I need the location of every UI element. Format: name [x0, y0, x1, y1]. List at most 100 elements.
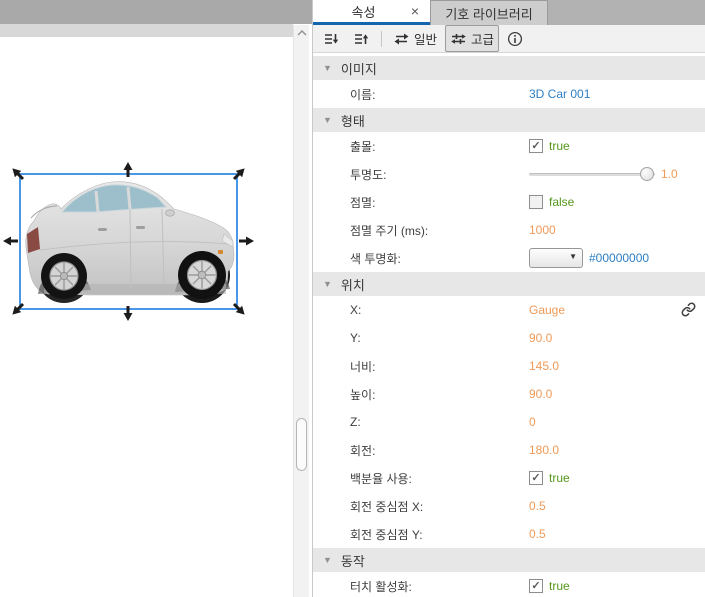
property-label: 점멸: [350, 194, 375, 211]
chevron-up-icon [297, 30, 307, 36]
value-text: 1.0 [661, 167, 678, 181]
tab-bar-filler [548, 0, 705, 25]
tab-symbol-library[interactable]: 기호 라이브러리 [430, 0, 548, 25]
value-text[interactable]: 0.5 [529, 499, 546, 513]
property-row-rotation: 회전: 180.0 [313, 436, 705, 464]
advanced-label: 고급 [471, 29, 494, 48]
value-text[interactable]: 3D Car 001 [529, 87, 590, 101]
section-title: 동작 [341, 551, 365, 570]
tab-bar: 속성 × 기호 라이브러리 [313, 0, 705, 25]
property-row-blink: 점멸: false [313, 188, 705, 216]
value-text: true [549, 139, 570, 153]
section-header[interactable]: ▼ 위치 [313, 272, 705, 296]
property-label: 출몰: [350, 138, 375, 155]
property-row-z: Z:0 [313, 408, 705, 436]
collapse-triangle-icon[interactable]: ▼ [323, 116, 332, 125]
property-label: 터치 활성화: [350, 578, 412, 595]
color-dropdown[interactable]: ▼ [529, 248, 583, 268]
property-label: 회전 중심점 Y: [350, 526, 423, 543]
section-header[interactable]: ▼ 형태 [313, 108, 705, 132]
property-row-use-percent: 백분율 사용: ✓ true [313, 464, 705, 492]
panel-toolbar: 일반 고급 [313, 25, 705, 53]
value-text[interactable]: 180.0 [529, 443, 559, 457]
property-row-opacity: 투명도: 1.0 [313, 160, 705, 188]
expand-rows-button[interactable] [348, 27, 375, 51]
checkbox[interactable]: ✓ [529, 471, 543, 485]
collapse-rows-icon [323, 31, 340, 47]
properties-list: ▼ 이미지이름: 3D Car 001 ▼ 형태출몰: ✓ true 투명도: 1.0 점멸: fa… [313, 53, 705, 597]
section-header[interactable]: ▼ 이미지 [313, 56, 705, 80]
property-label: 회전 중심점 X: [350, 498, 423, 515]
property-row-y: Y: 90.0 [313, 324, 705, 352]
value-text[interactable]: #00000000 [589, 251, 649, 265]
toolbar-separator [381, 31, 382, 47]
car-image[interactable] [26, 182, 234, 303]
slider[interactable] [529, 166, 655, 182]
property-label: 백분율 사용: [350, 470, 412, 487]
tab-label: 기호 라이브러리 [445, 4, 532, 23]
checkbox[interactable]: ✓ [529, 579, 543, 593]
property-label: 투명도: [350, 166, 386, 183]
collapse-triangle-icon[interactable]: ▼ [323, 64, 332, 73]
info-button[interactable] [502, 27, 528, 51]
section-header[interactable]: ▼ 동작 [313, 548, 705, 572]
slider-thumb[interactable] [640, 167, 654, 181]
property-label: 이름: [350, 86, 375, 103]
canvas-vertical-scrollbar[interactable] [293, 25, 309, 597]
tab-properties[interactable]: 속성 × [313, 0, 430, 25]
collapse-rows-button[interactable] [318, 27, 345, 51]
general-filter-icon [393, 31, 410, 47]
property-label: 회전: [350, 442, 375, 459]
value-text[interactable]: 1000 [529, 223, 556, 237]
property-label: 색 투명화: [350, 250, 401, 267]
property-label: 너비: [350, 358, 375, 375]
property-label: 점멸 주기 (ms): [350, 222, 428, 239]
section-title: 이미지 [341, 59, 377, 78]
resize-handle-left[interactable] [3, 237, 18, 246]
property-row-rotation-center-y: 회전 중심점 Y: 0.5 [313, 520, 705, 548]
value-text: true [549, 579, 570, 593]
property-row-color-transparency: 색 투명화: ▼ #00000000 [313, 244, 705, 272]
property-label: X: [350, 303, 361, 317]
tab-label: 속성 [319, 2, 408, 21]
collapse-triangle-icon[interactable]: ▼ [323, 280, 332, 289]
value-text: false [549, 195, 574, 209]
property-row-x: X: Gauge [313, 296, 705, 324]
value-text[interactable]: 0 [529, 415, 536, 429]
value-text[interactable]: Gauge [529, 303, 565, 317]
chevron-down-icon: ▼ [569, 253, 577, 261]
property-label: 높이: [350, 386, 375, 403]
property-row-height: 높이: 90.0 [313, 380, 705, 408]
section-title: 위치 [341, 275, 365, 294]
checkbox[interactable] [529, 195, 543, 209]
advanced-properties-button[interactable]: 고급 [445, 25, 499, 52]
property-row-touch-enabled: 터치 활성화: ✓ true [313, 572, 705, 597]
value-text[interactable]: 90.0 [529, 331, 552, 345]
resize-handle-right[interactable] [239, 237, 254, 246]
design-canvas[interactable] [0, 0, 312, 597]
scroll-up-button[interactable] [294, 25, 309, 40]
value-text[interactable]: 90.0 [529, 387, 552, 401]
canvas-content [0, 0, 312, 597]
property-label: Y: [350, 331, 361, 345]
property-row-visible: 출몰: ✓ true [313, 132, 705, 160]
close-icon[interactable]: × [408, 3, 422, 19]
general-label: 일반 [414, 29, 437, 48]
value-text[interactable]: 0.5 [529, 527, 546, 541]
property-row-rotation-center-x: 회전 중심점 X: 0.5 [313, 492, 705, 520]
scrollbar-thumb[interactable] [296, 418, 307, 471]
info-icon [507, 31, 523, 47]
checkbox[interactable]: ✓ [529, 139, 543, 153]
link-icon[interactable] [681, 302, 696, 320]
general-properties-button[interactable]: 일반 [388, 25, 442, 52]
value-text[interactable]: 145.0 [529, 359, 559, 373]
collapse-triangle-icon[interactable]: ▼ [323, 556, 332, 565]
expand-rows-icon [353, 31, 370, 47]
application-window: 속성 × 기호 라이브러리 [0, 0, 705, 597]
property-row-blink-period: 점멸 주기 (ms): 1000 [313, 216, 705, 244]
slider-track [529, 173, 655, 176]
properties-panel: 속성 × 기호 라이브러리 [312, 0, 705, 597]
advanced-filter-icon [450, 31, 467, 47]
section-title: 형태 [341, 111, 365, 130]
value-text: true [549, 471, 570, 485]
